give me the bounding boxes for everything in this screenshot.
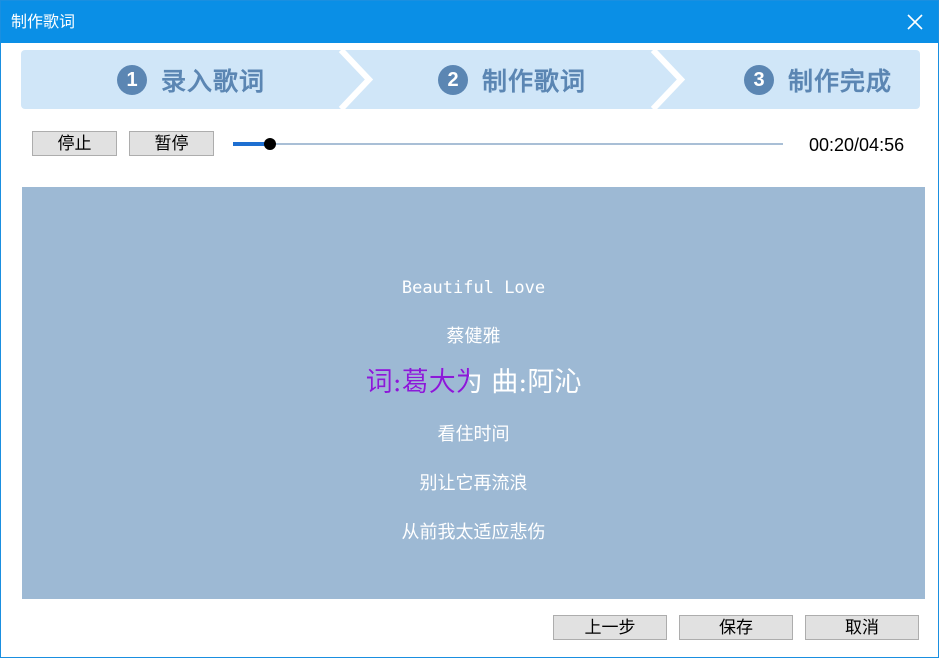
lyric-line-current: 词:葛大为 曲:阿沁 词:葛大为 曲:阿沁 bbox=[22, 366, 925, 400]
lyric-line-artist: 蔡健雅 bbox=[446, 326, 501, 347]
slider-thumb[interactable] bbox=[264, 138, 277, 150]
lyric-line-next-1: 看住时间 bbox=[437, 424, 510, 445]
playback-time: 00:20/04:56 bbox=[809, 135, 905, 155]
step-3: 3 制作完成 bbox=[744, 50, 892, 109]
previous-step-button[interactable]: 上一步 bbox=[553, 615, 667, 640]
title-bar: 制作歌词 bbox=[1, 1, 938, 43]
step-2-label: 制作歌词 bbox=[482, 66, 587, 96]
step-2-number: 2 bbox=[438, 64, 468, 95]
stop-button[interactable]: 停止 bbox=[32, 131, 117, 156]
step-3-number: 3 bbox=[744, 64, 774, 95]
close-button[interactable] bbox=[892, 1, 938, 43]
lyric-line-title: Beautiful Love bbox=[401, 278, 546, 298]
step-2: 2 制作歌词 bbox=[438, 50, 586, 109]
lyric-line-next-2: 别让它再流浪 bbox=[419, 473, 528, 494]
step-1-number: 1 bbox=[117, 64, 147, 95]
save-button[interactable]: 保存 bbox=[679, 615, 793, 640]
current-lyric-wrapper: 词:葛大为 曲:阿沁 词:葛大为 曲:阿沁 bbox=[366, 366, 582, 400]
step-3-label: 制作完成 bbox=[788, 66, 893, 96]
playback-progress-slider[interactable] bbox=[233, 133, 783, 155]
lyric-maker-window: 制作歌词 1 录入歌词 2 制作歌词 3 制作完成 停止 暂停 00:20/04… bbox=[0, 0, 939, 658]
step-indicator: 1 录入歌词 2 制作歌词 3 制作完成 bbox=[21, 50, 920, 109]
current-lyric-highlight: 词:葛大为 曲:阿沁 bbox=[365, 367, 470, 398]
step-1-label: 录入歌词 bbox=[161, 66, 266, 96]
cancel-button[interactable]: 取消 bbox=[805, 615, 919, 640]
step-1: 1 录入歌词 bbox=[117, 50, 265, 109]
window-title: 制作歌词 bbox=[11, 12, 76, 31]
lyric-line-next-3: 从前我太适应悲伤 bbox=[401, 522, 546, 543]
pause-button[interactable]: 暂停 bbox=[129, 131, 214, 156]
slider-track bbox=[233, 143, 783, 145]
close-icon bbox=[907, 14, 923, 30]
lyrics-display: Beautiful Love 蔡健雅 词:葛大为 曲:阿沁 词:葛大为 曲:阿沁… bbox=[22, 187, 925, 599]
